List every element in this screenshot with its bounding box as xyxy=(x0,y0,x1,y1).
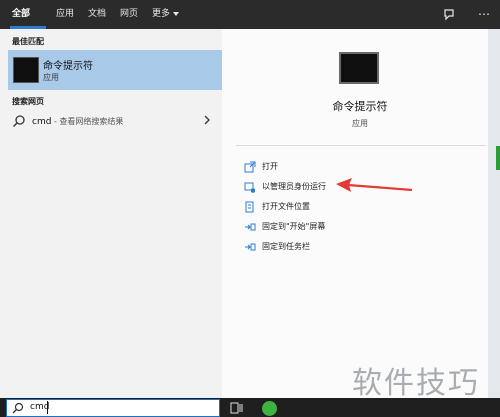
action-run-as-admin-label: 以管理员身份运行 xyxy=(262,182,326,191)
best-match-subtitle: 应用 xyxy=(43,73,59,82)
action-open-label: 打开 xyxy=(262,162,278,171)
search-icon xyxy=(12,402,24,414)
best-match-title: 命令提示符 xyxy=(43,61,93,72)
watermark: 软件技巧 xyxy=(352,366,480,401)
divider xyxy=(236,145,486,146)
app-title: 命令提示符 xyxy=(332,100,388,113)
action-open-file-location-label: 打开文件位置 xyxy=(262,202,310,211)
background-window-edge xyxy=(488,29,500,398)
open-icon xyxy=(244,161,256,173)
command-prompt-large-icon xyxy=(339,52,379,84)
web-search-suffix: - 查看网络搜索结果 xyxy=(51,117,124,126)
action-pin-to-start[interactable]: 固定到"开始"屏幕 xyxy=(240,218,480,236)
action-pin-to-taskbar-label: 固定到任务栏 xyxy=(262,242,310,251)
top-filter-bar xyxy=(0,0,500,29)
action-pin-to-taskbar[interactable]: 固定到任务栏 xyxy=(240,238,480,256)
tab-more[interactable]: 更多 xyxy=(152,0,180,29)
tab-more-label: 更多 xyxy=(152,9,171,19)
tab-documents[interactable]: 文档 xyxy=(88,0,106,29)
web-search-text: cmd - 查看网络搜索结果 xyxy=(32,116,123,127)
task-view-icon[interactable] xyxy=(230,402,244,414)
green-app-icon[interactable] xyxy=(262,401,277,416)
run-as-admin-icon xyxy=(244,182,255,193)
feedback-icon[interactable] xyxy=(442,7,458,23)
annotation-arrow-icon xyxy=(336,178,413,192)
background-green-element xyxy=(496,146,500,170)
text-caret xyxy=(47,401,48,414)
tab-apps[interactable]: 应用 xyxy=(56,0,74,29)
app-type: 应用 xyxy=(352,119,368,128)
search-icon xyxy=(13,115,25,127)
command-prompt-icon xyxy=(13,57,39,83)
web-search-query: cmd xyxy=(32,117,52,127)
pin-taskbar-icon xyxy=(245,243,256,251)
action-open-file-location[interactable]: 打开文件位置 xyxy=(240,198,480,216)
chevron-right-icon[interactable] xyxy=(202,114,212,126)
file-location-icon xyxy=(245,201,254,213)
action-open[interactable]: 打开 xyxy=(240,158,480,176)
best-match-item[interactable] xyxy=(8,50,222,90)
pin-start-icon xyxy=(245,223,256,231)
best-match-heading: 最佳匹配 xyxy=(12,37,44,46)
action-pin-to-start-label: 固定到"开始"屏幕 xyxy=(262,222,326,231)
chevron-down-icon xyxy=(173,11,180,16)
tab-all[interactable]: 全部 xyxy=(12,0,30,29)
web-search-heading: 搜索网页 xyxy=(12,97,44,106)
tab-web[interactable]: 网页 xyxy=(120,0,138,29)
more-options-icon[interactable]: ⋯ xyxy=(476,7,492,23)
